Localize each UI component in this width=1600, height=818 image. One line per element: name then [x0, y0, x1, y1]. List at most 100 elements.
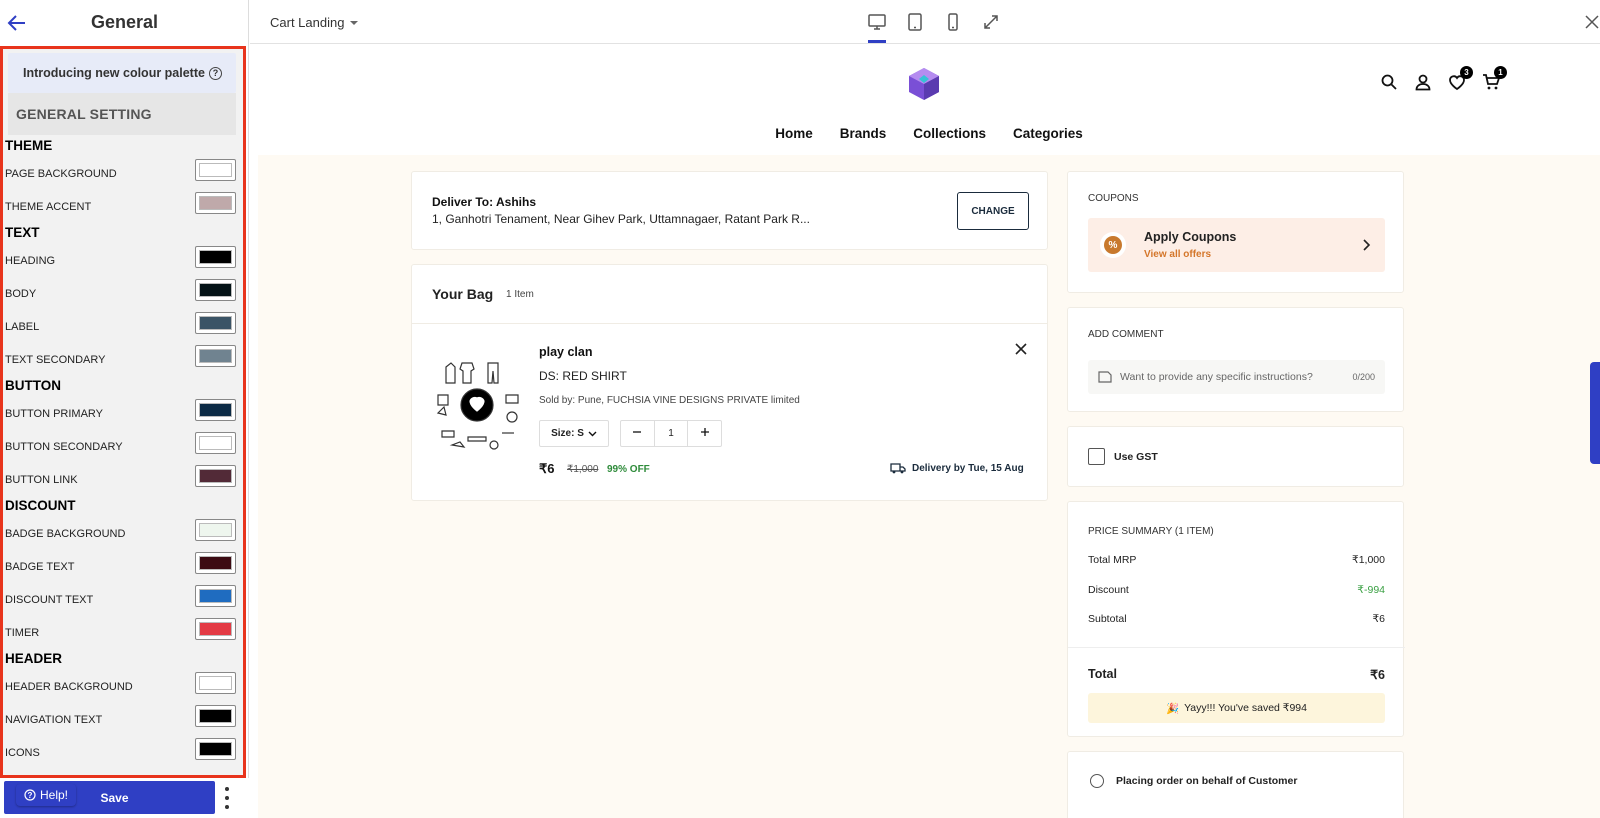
nav-item-categories[interactable]: Categories	[1013, 126, 1083, 141]
use-gst-label[interactable]: Use GST	[1114, 451, 1158, 463]
more-options-icon[interactable]	[222, 787, 232, 809]
decrease-quantity-button[interactable]	[621, 427, 654, 440]
close-icon[interactable]	[1584, 14, 1600, 30]
color-swatch-navigation-text[interactable]	[195, 705, 236, 727]
nav-item-brands[interactable]: Brands	[840, 126, 887, 141]
truck-icon	[890, 463, 906, 474]
color-label-icons: ICONS	[5, 747, 40, 759]
color-swatch-fill	[199, 469, 232, 483]
cart-count-badge: 1	[1494, 66, 1507, 79]
apply-coupons-label: Apply Coupons	[1144, 230, 1237, 244]
wishlist-count-badge: 3	[1460, 66, 1473, 79]
store-logo[interactable]	[906, 66, 942, 102]
behalf-radio[interactable]	[1090, 774, 1104, 788]
color-swatch-fill	[199, 589, 232, 603]
color-swatch-body[interactable]	[195, 279, 236, 301]
color-label-timer: TIMER	[5, 627, 40, 639]
tablet-icon[interactable]	[905, 12, 925, 32]
question-icon[interactable]: ?	[208, 66, 222, 80]
editor-topbar: Cart Landing	[250, 0, 1600, 44]
wishlist-button[interactable]: 3	[1448, 66, 1473, 91]
color-swatch-heading[interactable]	[195, 246, 236, 268]
color-swatch-fill	[199, 196, 232, 210]
settings-panel: General Introducing new colour palette ?…	[0, 0, 249, 818]
color-swatch-theme-accent[interactable]	[195, 192, 236, 214]
minus-icon	[633, 431, 642, 433]
chevron-down-icon	[588, 431, 597, 437]
color-swatch-header-background[interactable]	[195, 672, 236, 694]
use-gst-checkbox[interactable]	[1088, 448, 1105, 465]
summary-row-discount: Discount ₹-994	[1088, 584, 1385, 596]
summary-label: Discount	[1088, 584, 1129, 596]
color-swatch-button-secondary[interactable]	[195, 432, 236, 454]
color-label-button-secondary: BUTTON SECONDARY	[5, 441, 123, 453]
page-selector[interactable]: Cart Landing	[270, 15, 359, 30]
feedback-side-tab[interactable]	[1590, 362, 1600, 464]
section-title-theme: THEME	[5, 138, 53, 153]
comment-card: ADD COMMENT Want to provide any specific…	[1067, 307, 1404, 412]
general-setting-header[interactable]: GENERAL SETTING	[8, 93, 236, 135]
savings-text: Yayy!!! You've saved ₹994	[1184, 702, 1307, 714]
color-swatch-badge-background[interactable]	[195, 519, 236, 541]
mobile-icon[interactable]	[943, 12, 963, 32]
apply-coupons-button[interactable]: % Apply Coupons View all offers	[1088, 218, 1385, 272]
product-image[interactable]	[432, 355, 522, 455]
color-label-discount-text: DISCOUNT TEXT	[5, 594, 94, 606]
quantity-value[interactable]: 1	[653, 421, 689, 446]
color-swatch-text-secondary[interactable]	[195, 345, 236, 367]
color-swatch-fill	[199, 523, 232, 537]
color-swatch-page-background[interactable]	[195, 159, 236, 181]
nav-item-home[interactable]: Home	[775, 126, 813, 141]
cart-button[interactable]: 1	[1482, 66, 1507, 91]
summary-row-subtotal: Subtotal ₹6	[1088, 613, 1385, 625]
promo-banner[interactable]: Introducing new colour palette ?	[8, 53, 236, 93]
color-label-body: BODY	[5, 288, 37, 300]
total-row: Total ₹6	[1088, 667, 1385, 682]
svg-text:?: ?	[28, 791, 33, 800]
chevron-right-icon	[1363, 239, 1371, 251]
summary-value: ₹1,000	[1352, 554, 1385, 566]
color-label-page-background: PAGE BACKGROUND	[5, 168, 117, 180]
color-swatch-fill	[199, 163, 232, 177]
delivery-info: Deliver To: Ashihs 1, Ganhotri Tenament,…	[432, 195, 810, 226]
help-button[interactable]: ? Help!	[16, 784, 77, 806]
delivery-card: Deliver To: Ashihs 1, Ganhotri Tenament,…	[411, 171, 1048, 250]
summary-value: ₹6	[1372, 613, 1385, 625]
section-title-discount: DISCOUNT	[5, 498, 76, 513]
cart-area: Deliver To: Ashihs 1, Ganhotri Tenament,…	[258, 155, 1600, 818]
color-swatch-button-primary[interactable]	[195, 399, 236, 421]
fullscreen-icon[interactable]	[981, 12, 1001, 32]
color-settings-list[interactable]: Introducing new colour palette ? GENERAL…	[0, 46, 246, 778]
price-summary-title: PRICE SUMMARY (1 ITEM)	[1088, 526, 1214, 537]
color-swatch-label[interactable]	[195, 312, 236, 334]
note-icon	[1098, 371, 1112, 383]
color-swatch-timer[interactable]	[195, 618, 236, 640]
user-icon[interactable]	[1414, 73, 1432, 91]
remove-item-icon[interactable]	[1014, 342, 1028, 356]
desktop-icon[interactable]	[867, 12, 887, 32]
color-swatch-badge-text[interactable]	[195, 552, 236, 574]
change-address-button[interactable]: CHANGE	[957, 192, 1029, 230]
delivery-address: 1, Ganhotri Tenament, Near Gihev Park, U…	[432, 212, 810, 226]
color-swatch-button-link[interactable]	[195, 465, 236, 487]
color-swatch-icons[interactable]	[195, 738, 236, 760]
summary-label: Subtotal	[1088, 613, 1127, 625]
color-swatch-fill	[199, 676, 232, 690]
behalf-label[interactable]: Placing order on behalf of Customer	[1116, 775, 1297, 787]
product-name[interactable]: play clan	[539, 345, 593, 359]
question-icon: ?	[24, 789, 36, 801]
comment-input[interactable]: Want to provide any specific instruction…	[1088, 360, 1385, 394]
size-selector[interactable]: Size: S	[539, 420, 609, 447]
nav-item-collections[interactable]: Collections	[913, 126, 986, 141]
color-swatch-discount-text[interactable]	[195, 585, 236, 607]
page-selector-label: Cart Landing	[270, 15, 345, 30]
total-value: ₹6	[1370, 668, 1385, 682]
view-offers-link[interactable]: View all offers	[1144, 249, 1211, 260]
bag-card: Your Bag 1 Item play clan DS: RED SHIRT …	[411, 264, 1048, 501]
increase-quantity-button[interactable]	[688, 427, 721, 440]
store-preview: 3 1 Home Brands Collections Categories Deli…	[258, 50, 1600, 818]
color-swatch-fill	[199, 556, 232, 570]
search-icon[interactable]	[1380, 73, 1398, 91]
total-label: Total	[1088, 667, 1117, 681]
active-device-indicator	[868, 40, 886, 43]
